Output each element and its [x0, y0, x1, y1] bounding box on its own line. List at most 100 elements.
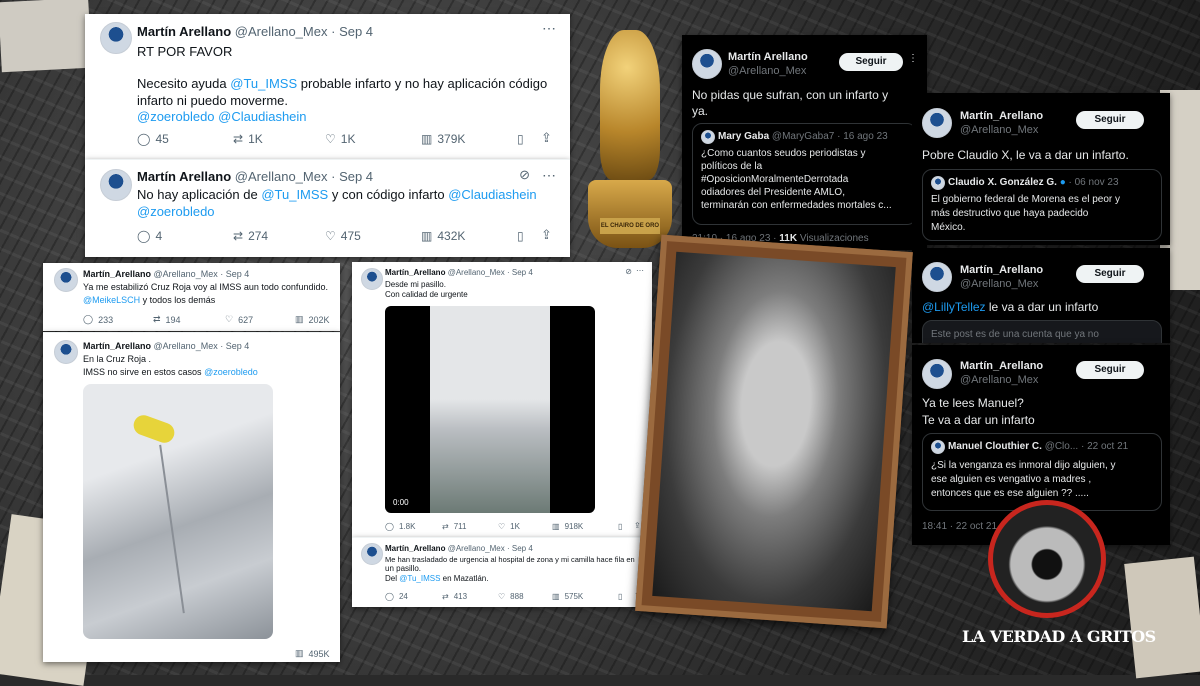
more-options-icon[interactable]: ⋯: [636, 266, 644, 275]
tweet-date[interactable]: Sep 4: [339, 24, 373, 39]
follow-button[interactable]: Seguir: [1076, 265, 1144, 283]
torn-paper-top-left: [0, 0, 92, 73]
views-button[interactable]: ▥ 379K: [421, 132, 465, 146]
follow-button[interactable]: Seguir: [1076, 111, 1144, 129]
share-icon[interactable]: ⇪: [541, 227, 552, 243]
views-button[interactable]: ▥ 918K: [552, 522, 583, 531]
tweet-date[interactable]: Sep 4: [226, 341, 250, 351]
follow-button[interactable]: Seguir: [839, 53, 903, 71]
bookmark-icon[interactable]: ▯: [618, 522, 622, 531]
tweet-date[interactable]: Sep 4: [339, 169, 373, 184]
retweet-button[interactable]: ⇄ 194: [153, 314, 181, 325]
tweet-card-pobre-claudio[interactable]: Martín_Arellano @Arellano_Mex Seguir Pob…: [912, 93, 1170, 245]
author-handle: @Arellano_Mex: [153, 341, 218, 351]
video-player[interactable]: 0:00: [385, 306, 595, 513]
tweet-text-line: Me han trasladado de urgencia al hospita…: [385, 555, 635, 564]
tweet-photo-iv-drip[interactable]: [83, 384, 273, 639]
tweet-card-cruz-roja[interactable]: Martín_Arellano @Arellano_Mex · Sep 4 Ya…: [43, 263, 340, 331]
reply-button[interactable]: ◯ 4: [137, 229, 162, 243]
author-name[interactable]: Martín_Arellano: [960, 110, 1043, 122]
author-name[interactable]: Martín Arellano: [137, 24, 231, 39]
tweet-card-trasladado[interactable]: Martín_Arellano @Arellano_Mex · Sep 4 Me…: [352, 537, 652, 607]
like-button[interactable]: ♡ 627: [225, 314, 253, 325]
quote-header: Claudio X. González G. ● · 06 nov 23: [948, 177, 1119, 188]
reply-icon: ◯: [137, 229, 151, 243]
author-name[interactable]: Martín_Arellano: [960, 360, 1043, 372]
mention-link[interactable]: @zoerobledo: [137, 204, 215, 219]
mention-link[interactable]: @Tu_IMSS: [230, 76, 297, 91]
views-button[interactable]: ▥ 575K: [552, 592, 583, 601]
share-icon[interactable]: ⇪: [634, 521, 641, 530]
retweet-button[interactable]: ⇄ 413: [442, 592, 467, 601]
quote-text-line: terminarán con enfermedades mortales c..…: [701, 200, 892, 211]
retweet-icon: ⇄: [233, 229, 244, 243]
mention-link[interactable]: @zoerobledo: [137, 109, 215, 124]
reply-button[interactable]: ◯ 45: [137, 132, 169, 146]
more-options-icon[interactable]: ⋮: [908, 53, 918, 64]
views-button[interactable]: ▥ 495K: [295, 648, 330, 659]
grok-icon[interactable]: ⊘: [625, 267, 632, 276]
tweet-card-en-la-cruz-roja[interactable]: Martín_Arellano @Arellano_Mex · Sep 4 En…: [43, 332, 340, 662]
grok-icon[interactable]: ⊘: [519, 167, 530, 183]
avatar: [361, 543, 383, 565]
share-icon[interactable]: ⇪: [541, 130, 552, 146]
views-button[interactable]: ▥ 202K: [295, 314, 330, 325]
reply-button[interactable]: ◯ 24: [385, 592, 408, 601]
like-button[interactable]: ♡ 1K: [498, 522, 520, 531]
mention-link[interactable]: @Claudiashein: [218, 109, 306, 124]
avatar: [922, 359, 952, 389]
tweet-date[interactable]: Sep 4: [512, 544, 533, 553]
quoted-tweet[interactable]: Claudio X. González G. ● · 06 nov 23 El …: [922, 169, 1162, 241]
trophy-figure: [600, 30, 660, 180]
retweet-button[interactable]: ⇄ 711: [442, 522, 466, 531]
more-options-icon[interactable]: ⋯: [542, 20, 556, 37]
bookmark-icon[interactable]: ▯: [517, 132, 524, 146]
follow-button[interactable]: Seguir: [1076, 361, 1144, 379]
like-button[interactable]: ♡ 475: [325, 229, 361, 243]
views-icon: ▥: [421, 229, 433, 243]
author-handle: @Arellano_Mex: [153, 269, 218, 279]
tweet-card-rt-por-favor[interactable]: Martín Arellano @Arellano_Mex · Sep 4 ⋯ …: [85, 14, 570, 159]
mention-link[interactable]: @LillyTellez: [922, 300, 986, 314]
author-handle: @Arellano_Mex: [447, 268, 505, 277]
mention-link[interactable]: @Tu_IMSS: [261, 187, 328, 202]
quoted-tweet[interactable]: Mary Gaba @MaryGaba7 · 16 ago 23 ¿Como c…: [692, 123, 917, 225]
author-name[interactable]: Martín Arellano: [728, 51, 808, 63]
mention-link[interactable]: @MeikeLSCH: [83, 295, 140, 305]
author-name[interactable]: Martín Arellano: [137, 169, 231, 184]
bookmark-icon[interactable]: ▯: [517, 229, 524, 243]
more-options-icon[interactable]: ⋯: [542, 167, 556, 184]
iv-bag: [130, 412, 178, 446]
author-name[interactable]: Martín_Arellano: [960, 264, 1043, 276]
tweet-text-line: @LillyTellez le va a dar un infarto: [922, 300, 1099, 314]
tweet-text-line: @MeikeLSCH y todos los demás: [83, 295, 216, 305]
tweet-text-line: Necesito ayuda @Tu_IMSS probable infarto…: [137, 76, 548, 91]
tweet-card-desde-mi-pasillo[interactable]: Martín_Arellano @Arellano_Mex · Sep 4 ⊘ …: [352, 262, 652, 537]
author-handle: @Arellano_Mex: [960, 278, 1039, 290]
views-button[interactable]: ▥ 432K: [421, 229, 465, 243]
divider: [352, 537, 652, 538]
tweet-card-no-pidas-que-sufran[interactable]: Martín Arellano @Arellano_Mex Seguir ⋮ N…: [682, 35, 927, 250]
author-name[interactable]: Martín_Arellano: [385, 268, 445, 277]
author-handle: @Arellano_Mex: [728, 65, 807, 77]
author-name[interactable]: Martín_Arellano: [83, 269, 151, 279]
author-name[interactable]: Martín_Arellano: [385, 544, 445, 553]
retweet-button[interactable]: ⇄ 1K: [233, 132, 263, 146]
views-icon: ▥: [552, 522, 560, 531]
tweet-card-lilly-tellez[interactable]: Martín_Arellano @Arellano_Mex Seguir @Li…: [912, 248, 1170, 343]
tweet-date[interactable]: Sep 4: [512, 268, 533, 277]
reply-button[interactable]: ◯ 1.8K: [385, 522, 415, 531]
tweet-card-no-hay-aplicacion[interactable]: Martín Arellano @Arellano_Mex · Sep 4 ⊘ …: [85, 159, 570, 257]
bookmark-icon[interactable]: ▯: [618, 592, 622, 601]
author-handle: @Arellano_Mex: [234, 169, 328, 184]
tweet-text-line: @zoerobledo @Claudiashein: [137, 109, 307, 124]
mention-link[interactable]: @Tu_IMSS: [399, 574, 440, 583]
mention-link[interactable]: @Claudiashein: [448, 187, 536, 202]
tweet-date[interactable]: Sep 4: [226, 269, 250, 279]
like-button[interactable]: ♡ 888: [498, 592, 524, 601]
author-name[interactable]: Martín_Arellano: [83, 341, 151, 351]
like-button[interactable]: ♡ 1K: [325, 132, 355, 146]
retweet-button[interactable]: ⇄ 274: [233, 229, 268, 243]
reply-button[interactable]: ◯ 233: [83, 314, 113, 325]
mention-link[interactable]: @zoerobledo: [204, 367, 258, 377]
